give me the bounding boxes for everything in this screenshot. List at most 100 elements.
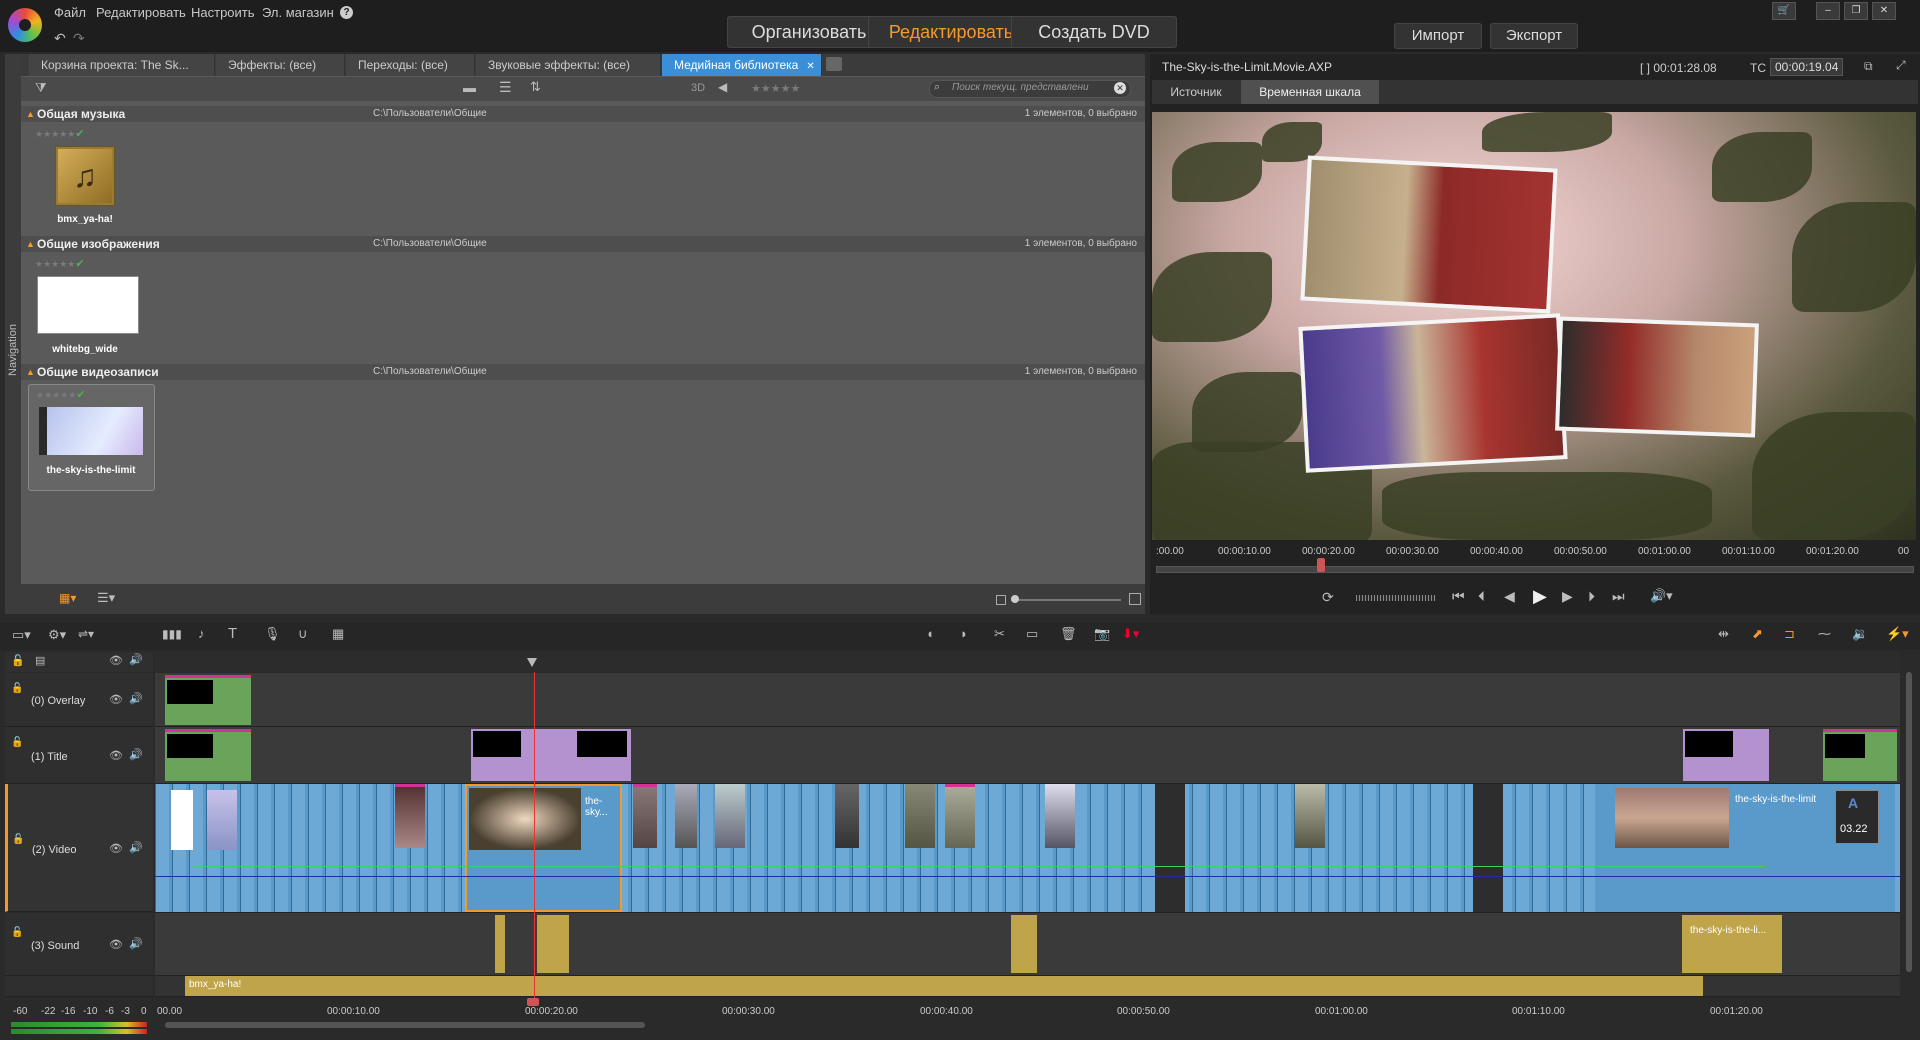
preview-scrubber[interactable] [1156, 566, 1914, 573]
razor-icon[interactable]: ✂ [994, 626, 1005, 642]
timecode-display[interactable]: 00:00:19.04 [1770, 58, 1844, 76]
overlay-clip[interactable] [165, 675, 251, 725]
speaker-icon[interactable]: 🔊 [129, 748, 143, 761]
voiceover-icon[interactable]: 🎙 [264, 626, 281, 642]
3d-filter[interactable]: 3D [691, 82, 705, 94]
video-clip-sky[interactable]: the-sky-is-the-limit A 03.22 [1595, 784, 1895, 912]
tag-icon[interactable]: ◀ [718, 80, 727, 94]
video-clip-thumb[interactable] [835, 784, 859, 848]
audio-mixer-icon[interactable]: ▮▮▮ [162, 627, 182, 641]
fullscreen-icon[interactable]: ⧉ [1864, 59, 1873, 74]
storyboard-icon[interactable]: ▭▾ [12, 627, 31, 643]
help-icon[interactable]: ? [340, 6, 353, 19]
track-view-icon[interactable]: ▤ [35, 654, 45, 667]
section-video-header[interactable]: ▲ Общие видеозаписи C:\Пользователи\Общи… [21, 364, 1145, 380]
grid-view-icon[interactable]: ▦▾ [59, 591, 76, 605]
magic-wand-icon[interactable]: ⚡▾ [1886, 626, 1909, 642]
ripple-icon[interactable]: ⬈ [1752, 626, 1763, 642]
lock-icon[interactable]: 🔓 [12, 834, 24, 845]
loop-icon[interactable]: ⟳ [1322, 589, 1334, 606]
minimize-icon[interactable]: – [1816, 2, 1840, 20]
delete-icon[interactable]: 🗑 [1060, 626, 1077, 642]
next-frame-icon[interactable]: ⏵ [1588, 588, 1595, 605]
list-view-icon[interactable]: ☰ [499, 79, 512, 96]
search-input[interactable]: Поиск текущ. представлени [952, 82, 1089, 93]
rating-stars[interactable]: ★★★★★ [35, 129, 75, 139]
video-clip-thumb[interactable] [207, 790, 237, 850]
zoom-small-icon[interactable] [996, 595, 1006, 605]
go-end-icon[interactable]: ⏭ [1612, 588, 1625, 605]
clip-icon[interactable]: ▭ [1026, 626, 1038, 642]
step-back-icon[interactable]: ◀ [1504, 588, 1515, 605]
trim-icon[interactable]: ⇹ [1718, 626, 1729, 642]
collapse-icon[interactable]: ▲ [26, 236, 35, 252]
zoom-slider-handle[interactable] [1011, 595, 1019, 603]
audio-scrub-icon[interactable]: 🔉 [1852, 626, 1868, 642]
section-images-header[interactable]: ▲ Общие изображения C:\Пользователи\Общи… [21, 236, 1145, 252]
tab-project-bin[interactable]: Корзина проекта: The Sk... [29, 54, 215, 76]
video-preview[interactable] [1152, 112, 1916, 540]
vertical-scrollbar[interactable] [1904, 652, 1914, 997]
lock-icon[interactable]: 🔓 [11, 683, 23, 694]
zoom-large-icon[interactable] [1129, 593, 1141, 605]
marker-out-icon[interactable]: ◗ [960, 626, 968, 641]
tab-transitions[interactable]: Переходы: (все) [346, 54, 475, 76]
title-clip[interactable] [1823, 729, 1897, 781]
menu-edit[interactable]: Редактировать [96, 5, 186, 20]
menu-file[interactable]: Файл [54, 5, 86, 20]
rating-stars[interactable]: ★★★★★ [35, 259, 75, 269]
music-clip[interactable]: bmx_ya-ha! [185, 976, 1703, 996]
video-clip-thumb[interactable] [675, 784, 697, 848]
media-item-music[interactable]: ★★★★★✔ ♫ bmx_ya-ha! [35, 126, 145, 225]
timeline-ruler[interactable]: 00.00 00:00:10.00 00:00:20.00 00:00:30.0… [155, 998, 1900, 1040]
speaker-icon[interactable]: 🔊 [129, 653, 143, 666]
eye-icon[interactable]: 👁 [109, 938, 123, 951]
search-field[interactable]: ⌕ Поиск текущ. представлени ✕ [929, 80, 1131, 98]
settings-gear-icon[interactable]: ⚙▾ [48, 627, 66, 643]
track-overlay[interactable] [155, 673, 1900, 727]
section-music-header[interactable]: ▲ Общая музыка C:\Пользователи\Общие 1 э… [21, 106, 1145, 122]
tab-timeline[interactable]: Временная шкала [1241, 80, 1379, 104]
filter-icon[interactable]: ⧩ [35, 80, 47, 96]
track-music[interactable]: bmx_ya-ha! [155, 976, 1900, 997]
track-header-sound[interactable]: 🔓 (3) Sound 👁 🔊 [5, 913, 153, 976]
menu-shop[interactable]: Эл. магазин [262, 5, 334, 20]
collapse-icon[interactable]: ▲ [26, 364, 35, 380]
shuttle-control[interactable] [1356, 595, 1436, 601]
keyframe-icon[interactable]: ⁓ [1818, 626, 1831, 642]
track-header-video[interactable]: 🔓 (2) Video 👁 🔊 [5, 784, 153, 912]
collapse-icon[interactable]: ▲ [26, 106, 35, 122]
video-clip-thumb[interactable] [945, 784, 975, 848]
video-clip-thumb[interactable] [395, 784, 425, 848]
volume-line[interactable] [155, 876, 1900, 877]
play-icon[interactable]: ▶ [1533, 586, 1547, 607]
magnet-icon[interactable]: ∪ [298, 626, 308, 642]
video-clip-dark[interactable] [1155, 784, 1185, 912]
lock-icon[interactable]: 🔓 [11, 654, 25, 667]
cart-icon[interactable]: 🛒 [1772, 2, 1796, 20]
undo-icon[interactable]: ↶ [54, 30, 66, 47]
eye-icon[interactable]: 👁 [109, 749, 123, 762]
speaker-icon[interactable]: 🔊 [129, 841, 143, 854]
sound-clip[interactable] [537, 915, 569, 973]
lock-icon[interactable]: 🔓 [11, 927, 23, 938]
volume-icon[interactable]: 🔊▾ [1650, 588, 1673, 604]
insert-icon[interactable]: ⊐ [1784, 626, 1795, 642]
navigation-strip[interactable]: Navigation [5, 54, 21, 614]
track-header-overlay[interactable]: 🔓 (0) Overlay 👁 🔊 [5, 673, 153, 727]
zoom-slider[interactable] [1011, 599, 1121, 601]
tab-effects[interactable]: Эффекты: (все) [216, 54, 345, 76]
video-clip-dark[interactable] [1473, 784, 1503, 912]
tab-source[interactable]: Источник [1152, 80, 1240, 104]
panel-toggle-icon[interactable]: ▦ [332, 626, 344, 642]
details-view-icon[interactable]: ☰▾ [97, 590, 115, 606]
app-logo-icon[interactable] [8, 8, 42, 42]
sound-clip[interactable] [1011, 915, 1037, 973]
sound-clip[interactable] [495, 915, 505, 973]
horizontal-scrollbar[interactable] [165, 1022, 645, 1028]
ruler-playhead[interactable] [527, 998, 539, 1006]
title-clip[interactable] [471, 729, 631, 781]
edit-mode-button[interactable]: Редактировать [868, 16, 1034, 48]
add-tab-icon[interactable] [826, 57, 842, 71]
close-tab-icon[interactable]: ✕ [806, 61, 814, 72]
